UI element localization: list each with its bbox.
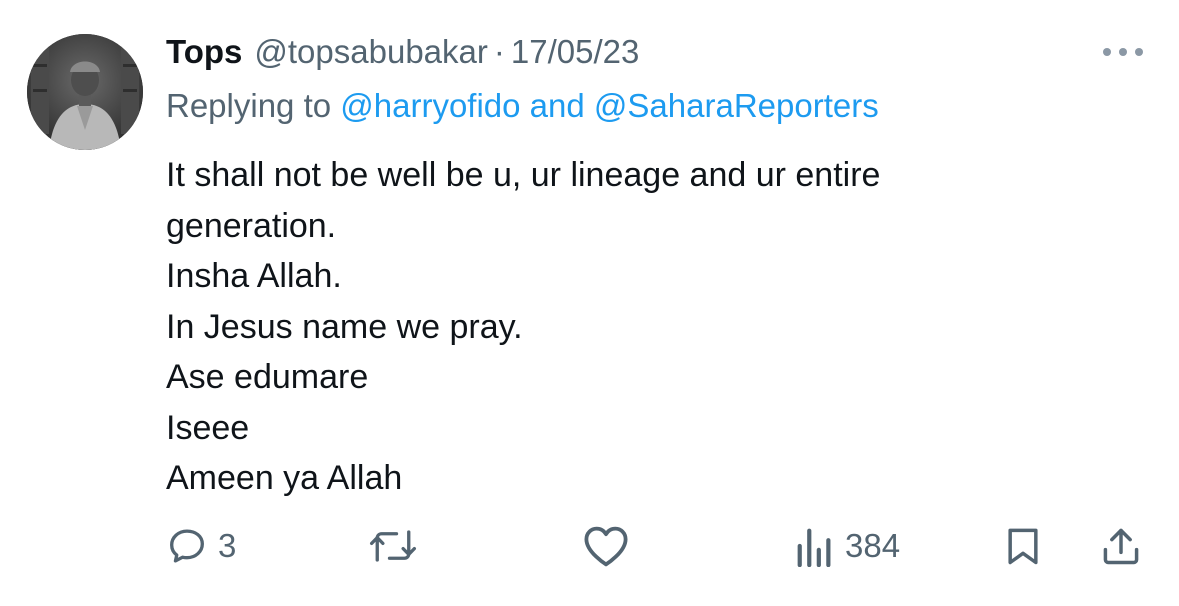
reply-bubble-icon: [170, 529, 204, 563]
views-bar-chart-icon: [797, 528, 831, 567]
mention-link[interactable]: @harryofido: [340, 87, 520, 124]
tweet-text-line: It shall not be well be u, ur lineage an…: [166, 156, 881, 194]
user-handle[interactable]: @topsabubakar: [254, 30, 487, 74]
views-count: 384: [845, 527, 901, 564]
reply-button[interactable]: 3: [166, 518, 236, 574]
mention-link[interactable]: @SaharaReporters: [594, 87, 879, 124]
tweet-header: Tops @topsabubakar · 17/05/23: [166, 30, 639, 74]
share-upload-icon: [1103, 528, 1139, 565]
tweet-text-line: Ase edumare: [166, 358, 369, 396]
tweet-text-line: Iseee: [166, 408, 250, 447]
like-button[interactable]: [582, 518, 640, 574]
tweet-text-line: generation.: [166, 206, 337, 245]
tweet-text: It shall not be well be u, ur lineage an…: [166, 150, 1066, 504]
share-button[interactable]: [1099, 518, 1143, 574]
tweet-date[interactable]: 17/05/23: [511, 30, 639, 74]
more-horizontal-icon: [1103, 48, 1143, 56]
heart-icon: [584, 526, 628, 567]
tweet-text-line: Insha Allah.: [166, 257, 342, 295]
avatar-image: [27, 34, 143, 150]
replying-prefix: Replying to: [166, 87, 341, 124]
header-separator: ·: [493, 33, 505, 70]
replying-to: Replying to @harryofido and @SaharaRepor…: [166, 84, 879, 128]
display-name[interactable]: Tops: [166, 30, 242, 74]
reply-count: 3: [218, 527, 237, 564]
tweet: Tops @topsabubakar · 17/05/23 Replying t…: [0, 0, 1179, 606]
replying-joiner: and: [520, 87, 594, 124]
bookmark-icon: [1008, 528, 1038, 565]
avatar[interactable]: [27, 34, 143, 150]
tweet-text-line: In Jesus name we pray.: [166, 307, 523, 346]
bookmark-button[interactable]: [1001, 518, 1045, 574]
views-button[interactable]: 384: [795, 518, 900, 574]
more-button[interactable]: [1099, 38, 1147, 66]
retweet-icon: [369, 530, 417, 562]
tweet-text-line: Ameen ya Allah: [166, 459, 403, 497]
retweet-button[interactable]: [368, 518, 428, 574]
action-bar: 3 384: [0, 518, 1179, 574]
